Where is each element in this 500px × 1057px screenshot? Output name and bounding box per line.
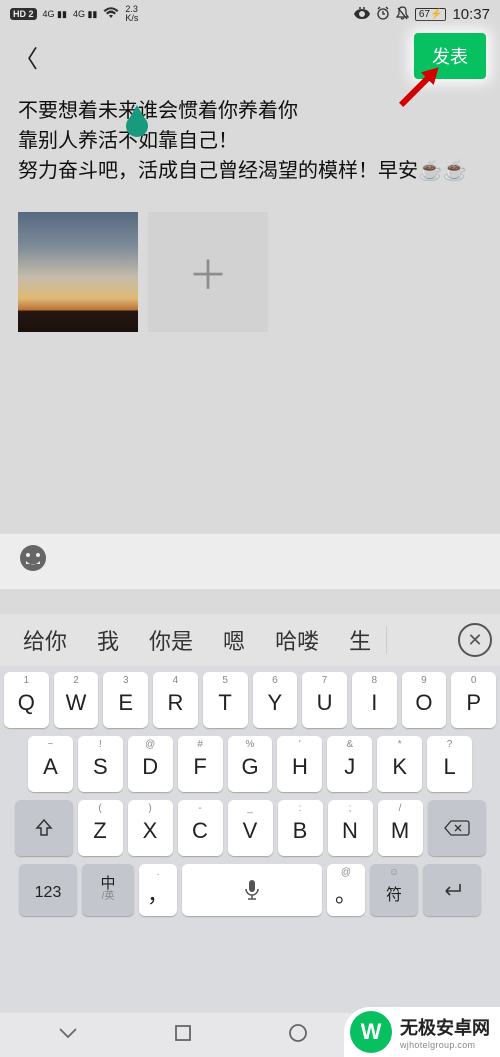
- plus-icon: ＋: [188, 243, 228, 301]
- watermark-title: 无极安卓网: [400, 1014, 490, 1040]
- compose-area[interactable]: 不要想着未来谁会惯着你养着你 靠别人养活不如靠自己！ 努力奋斗吧，活成自己曾经渴…: [0, 84, 500, 332]
- backspace-key[interactable]: [428, 800, 486, 856]
- key-n[interactable]: ;N: [328, 800, 373, 856]
- add-image-button[interactable]: ＋: [148, 212, 268, 332]
- language-key[interactable]: 中/英: [82, 864, 134, 916]
- keyboard: 1Q2W3E4R5T6Y7U8I9O0P ~A!S@D#F%G'H&J*K?L …: [0, 666, 500, 1013]
- microphone-icon: [243, 879, 261, 901]
- battery-indicator: 67⚡: [415, 8, 447, 21]
- key-c[interactable]: -C: [178, 800, 223, 856]
- watermark-logo: W: [350, 1011, 392, 1053]
- wifi-icon: [103, 7, 119, 22]
- signal-1: 4G ▮▮: [43, 10, 67, 19]
- numeric-key[interactable]: 123: [19, 864, 77, 916]
- suggestion-item[interactable]: 哈喽: [260, 624, 334, 656]
- key-x[interactable]: )X: [128, 800, 173, 856]
- period-key[interactable]: @。: [327, 864, 365, 916]
- nav-home-icon[interactable]: [287, 1022, 309, 1049]
- suggestion-item[interactable]: 嗯: [208, 624, 260, 656]
- key-f[interactable]: #F: [178, 736, 223, 792]
- net-speed: 2.3K/s: [125, 5, 138, 23]
- separator: [386, 626, 387, 654]
- key-y[interactable]: 6Y: [253, 672, 298, 728]
- mute-icon: [396, 6, 409, 23]
- key-r[interactable]: 4R: [153, 672, 198, 728]
- suggestion-item[interactable]: 你是: [134, 624, 208, 656]
- clock: 10:37: [452, 6, 490, 23]
- nav-down-icon[interactable]: [57, 1022, 79, 1049]
- post-text-input[interactable]: 不要想着未来谁会惯着你养着你 靠别人养活不如靠自己！ 努力奋斗吧，活成自己曾经渴…: [18, 96, 482, 186]
- text-cursor-handle[interactable]: [126, 115, 148, 137]
- key-h[interactable]: 'H: [277, 736, 322, 792]
- key-w[interactable]: 2W: [54, 672, 99, 728]
- suggestion-strip: 给你 我 你是 嗯 哈喽 生 ✕: [0, 614, 500, 666]
- eye-icon: [354, 7, 370, 22]
- key-b[interactable]: :B: [278, 800, 323, 856]
- symbol-key[interactable]: ☺符: [370, 864, 418, 916]
- emoji-toolbar: [0, 533, 500, 589]
- watermark-subtitle: wjhotelgroup.com: [400, 1040, 490, 1050]
- watermark: W 无极安卓网 wjhotelgroup.com: [344, 1007, 500, 1057]
- key-i[interactable]: 8I: [352, 672, 397, 728]
- shift-key[interactable]: [15, 800, 73, 856]
- key-s[interactable]: !S: [78, 736, 123, 792]
- key-k[interactable]: *K: [377, 736, 422, 792]
- hd-badge: HD 2: [10, 8, 37, 20]
- emoji-icon[interactable]: [18, 543, 48, 581]
- key-e[interactable]: 3E: [103, 672, 148, 728]
- key-g[interactable]: %G: [228, 736, 273, 792]
- signal-2: 4G ▮▮: [73, 10, 97, 19]
- key-q[interactable]: 1Q: [4, 672, 49, 728]
- attached-image-thumbnail[interactable]: [18, 212, 138, 332]
- key-d[interactable]: @D: [128, 736, 173, 792]
- space-key[interactable]: [182, 864, 322, 916]
- back-icon[interactable]: 〈: [14, 39, 38, 74]
- suggestion-item[interactable]: 生: [334, 624, 386, 656]
- key-l[interactable]: ?L: [427, 736, 472, 792]
- key-t[interactable]: 5T: [203, 672, 248, 728]
- suggestion-item[interactable]: 给你: [8, 624, 82, 656]
- key-j[interactable]: &J: [327, 736, 372, 792]
- key-p[interactable]: 0P: [451, 672, 496, 728]
- comma-key[interactable]: .，: [139, 864, 177, 916]
- key-u[interactable]: 7U: [302, 672, 347, 728]
- close-suggestions-icon[interactable]: ✕: [458, 623, 492, 657]
- suggestion-item[interactable]: 我: [82, 624, 134, 656]
- alarm-icon: [376, 6, 390, 23]
- status-bar: HD 2 4G ▮▮ 4G ▮▮ 2.3K/s 67⚡ 10:37: [0, 0, 500, 28]
- key-o[interactable]: 9O: [402, 672, 447, 728]
- nav-recent-icon[interactable]: [172, 1022, 194, 1049]
- key-z[interactable]: (Z: [78, 800, 123, 856]
- key-a[interactable]: ~A: [28, 736, 73, 792]
- key-v[interactable]: _V: [228, 800, 273, 856]
- enter-key[interactable]: [423, 864, 481, 916]
- key-m[interactable]: /M: [378, 800, 423, 856]
